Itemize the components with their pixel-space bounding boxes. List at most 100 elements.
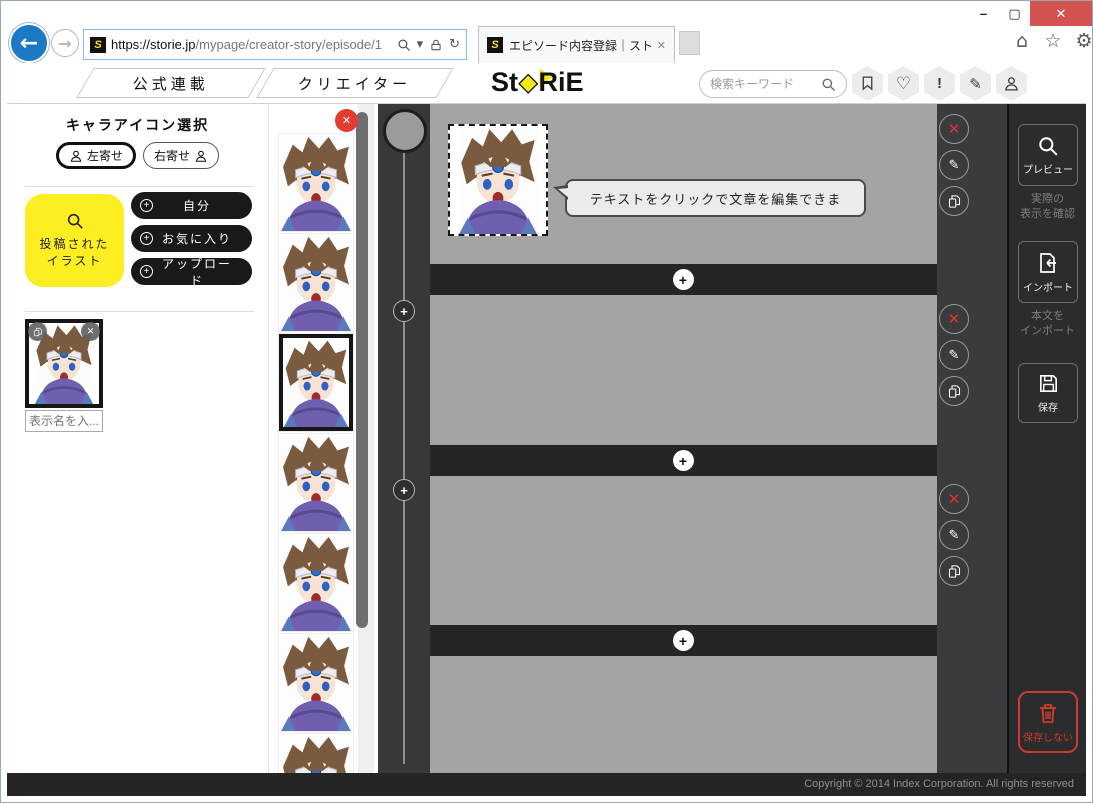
minimize-button[interactable]: – bbox=[968, 1, 999, 26]
char-list-scrollbar[interactable] bbox=[356, 104, 374, 773]
heart-icon-button[interactable]: ♡ bbox=[888, 66, 919, 101]
char-thumb[interactable] bbox=[279, 734, 353, 773]
discard-label: 保存しない bbox=[1023, 732, 1073, 744]
scrollbar-thumb[interactable] bbox=[356, 112, 368, 628]
speech-bubble[interactable]: テキストをクリックで文章を編集できま bbox=[553, 179, 866, 217]
heart-icon: ♡ bbox=[895, 73, 912, 94]
posted-illust-label-2: イラスト bbox=[46, 253, 103, 268]
plus-icon: + bbox=[400, 303, 408, 319]
minimize-icon: – bbox=[979, 6, 988, 21]
add-upload-button[interactable]: + アップロード bbox=[131, 257, 252, 288]
address-search-icon[interactable] bbox=[397, 38, 411, 52]
plus-icon: + bbox=[140, 265, 153, 278]
search-input[interactable] bbox=[710, 77, 817, 91]
new-tab-button[interactable] bbox=[679, 31, 700, 55]
save-button[interactable]: 保存 bbox=[1018, 363, 1078, 423]
favorites-star-icon[interactable]: ☆ bbox=[1042, 30, 1064, 52]
logo-letter: S bbox=[491, 66, 510, 97]
preview-caption: 実際の 表示を確認 bbox=[1020, 193, 1075, 220]
home-icon[interactable]: ⌂ bbox=[1011, 30, 1033, 52]
align-left-button[interactable]: 左寄せ bbox=[55, 142, 136, 169]
tab-close-icon[interactable]: ✕ bbox=[657, 39, 666, 52]
maximize-button[interactable]: ▢ bbox=[999, 1, 1030, 26]
character-avatar bbox=[279, 134, 353, 231]
char-list-panel: ✕ bbox=[268, 104, 378, 773]
settings-gear-icon[interactable]: ⚙ bbox=[1073, 30, 1092, 52]
address-bar[interactable]: S https://storie.jp/mypage/creator-story… bbox=[83, 29, 467, 60]
char-thumb[interactable] bbox=[279, 634, 353, 731]
posted-illust-button[interactable]: 投稿された イラスト bbox=[25, 194, 124, 287]
search-icon[interactable] bbox=[821, 77, 836, 92]
char-thumb[interactable] bbox=[279, 234, 353, 331]
edit-block-button[interactable]: ✎ bbox=[939, 520, 969, 550]
plus-icon: + bbox=[678, 271, 688, 288]
nav-tab-creator-label: クリエイター bbox=[298, 75, 412, 93]
pencil-icon: ✎ bbox=[969, 74, 982, 93]
nav-tab-creator[interactable]: クリエイター bbox=[256, 68, 454, 98]
preview-magnifier-icon bbox=[1037, 135, 1059, 157]
logo-diamond-icon: ◆ bbox=[518, 68, 538, 96]
forward-button[interactable]: → bbox=[51, 29, 79, 57]
delete-block-button[interactable]: ✕ bbox=[939, 114, 969, 144]
char-thumb[interactable] bbox=[279, 534, 353, 631]
lock-icon bbox=[429, 38, 443, 52]
logo-letter: iE bbox=[557, 66, 584, 97]
copy-icon bbox=[947, 194, 962, 209]
duplicate-block-button[interactable] bbox=[939, 186, 969, 216]
divider bbox=[25, 311, 254, 312]
nav-tab-official[interactable]: 公式連載 bbox=[76, 68, 266, 98]
browser-tab[interactable]: S エピソード内容登録｜ストリエ ✕ bbox=[478, 26, 675, 63]
add-favorite-button[interactable]: + お気に入り bbox=[131, 225, 252, 252]
timeline-handle[interactable] bbox=[383, 109, 427, 153]
block-actions: ✕ ✎ ✕ ✎ ✕ ✎ bbox=[937, 104, 1007, 773]
delete-block-button[interactable]: ✕ bbox=[939, 304, 969, 334]
close-icon: ✕ bbox=[947, 121, 961, 138]
display-name-input[interactable] bbox=[25, 410, 103, 432]
import-button[interactable]: インポート bbox=[1018, 241, 1078, 303]
character-avatar bbox=[283, 338, 349, 427]
character-avatar bbox=[279, 734, 353, 773]
url-text[interactable]: https://storie.jp/mypage/creator-story/e… bbox=[111, 37, 392, 52]
close-window-button[interactable]: ✕ bbox=[1030, 1, 1092, 26]
back-button[interactable]: ← bbox=[9, 23, 49, 63]
copyright-text: Copyright © 2014 Index Corporation. All … bbox=[804, 778, 1074, 790]
insert-plus-button[interactable]: + bbox=[672, 450, 694, 471]
search-box[interactable] bbox=[699, 70, 847, 98]
edit-block-button[interactable]: ✎ bbox=[939, 340, 969, 370]
selected-char-thumb[interactable]: ✕ bbox=[25, 319, 103, 408]
delete-block-button[interactable]: ✕ bbox=[939, 484, 969, 514]
profile-icon-button[interactable] bbox=[996, 66, 1027, 101]
notice-icon-button[interactable]: ! bbox=[924, 66, 955, 101]
pencil-icon-button[interactable]: ✎ bbox=[960, 66, 991, 101]
close-list-button[interactable]: ✕ bbox=[335, 109, 358, 132]
preview-button[interactable]: プレビュー bbox=[1018, 124, 1078, 186]
duplicate-char-button[interactable] bbox=[28, 322, 47, 341]
plus-icon: + bbox=[400, 482, 408, 498]
char-thumb[interactable] bbox=[279, 434, 353, 531]
nav-tab-official-label: 公式連載 bbox=[132, 75, 209, 93]
selected-char-icon[interactable] bbox=[448, 124, 548, 236]
site-logo[interactable]: St ◆ RiE bbox=[491, 65, 584, 99]
discard-button[interactable]: 保存しない bbox=[1018, 691, 1078, 753]
duplicate-block-button[interactable] bbox=[939, 376, 969, 406]
edit-block-button[interactable]: ✎ bbox=[939, 150, 969, 180]
person-icon bbox=[194, 149, 208, 163]
browser-navbar: ← → S https://storie.jp/mypage/creator-s… bbox=[1, 23, 1092, 63]
duplicate-block-button[interactable] bbox=[939, 556, 969, 586]
char-thumb[interactable] bbox=[279, 134, 353, 231]
char-thumb-selected[interactable] bbox=[279, 334, 353, 431]
remove-char-button[interactable]: ✕ bbox=[81, 322, 100, 341]
insert-plus-button[interactable]: + bbox=[672, 630, 694, 651]
copy-icon bbox=[33, 327, 43, 337]
browser-window: – ▢ ✕ ← → S https://storie.jp/mypage/cre… bbox=[0, 0, 1093, 803]
insert-plus-button[interactable]: + bbox=[672, 269, 694, 290]
align-right-button[interactable]: 右寄せ bbox=[143, 142, 220, 169]
timeline-add-button[interactable]: + bbox=[393, 300, 415, 322]
timeline-add-button[interactable]: + bbox=[393, 479, 415, 501]
bookmark-icon-button[interactable] bbox=[852, 66, 883, 101]
trash-icon bbox=[1036, 701, 1060, 725]
address-dropdown-icon[interactable]: ▾ bbox=[417, 37, 424, 52]
back-icon: ← bbox=[19, 30, 39, 56]
add-self-button[interactable]: + 自分 bbox=[131, 192, 252, 219]
refresh-icon[interactable]: ↻ bbox=[449, 37, 460, 52]
